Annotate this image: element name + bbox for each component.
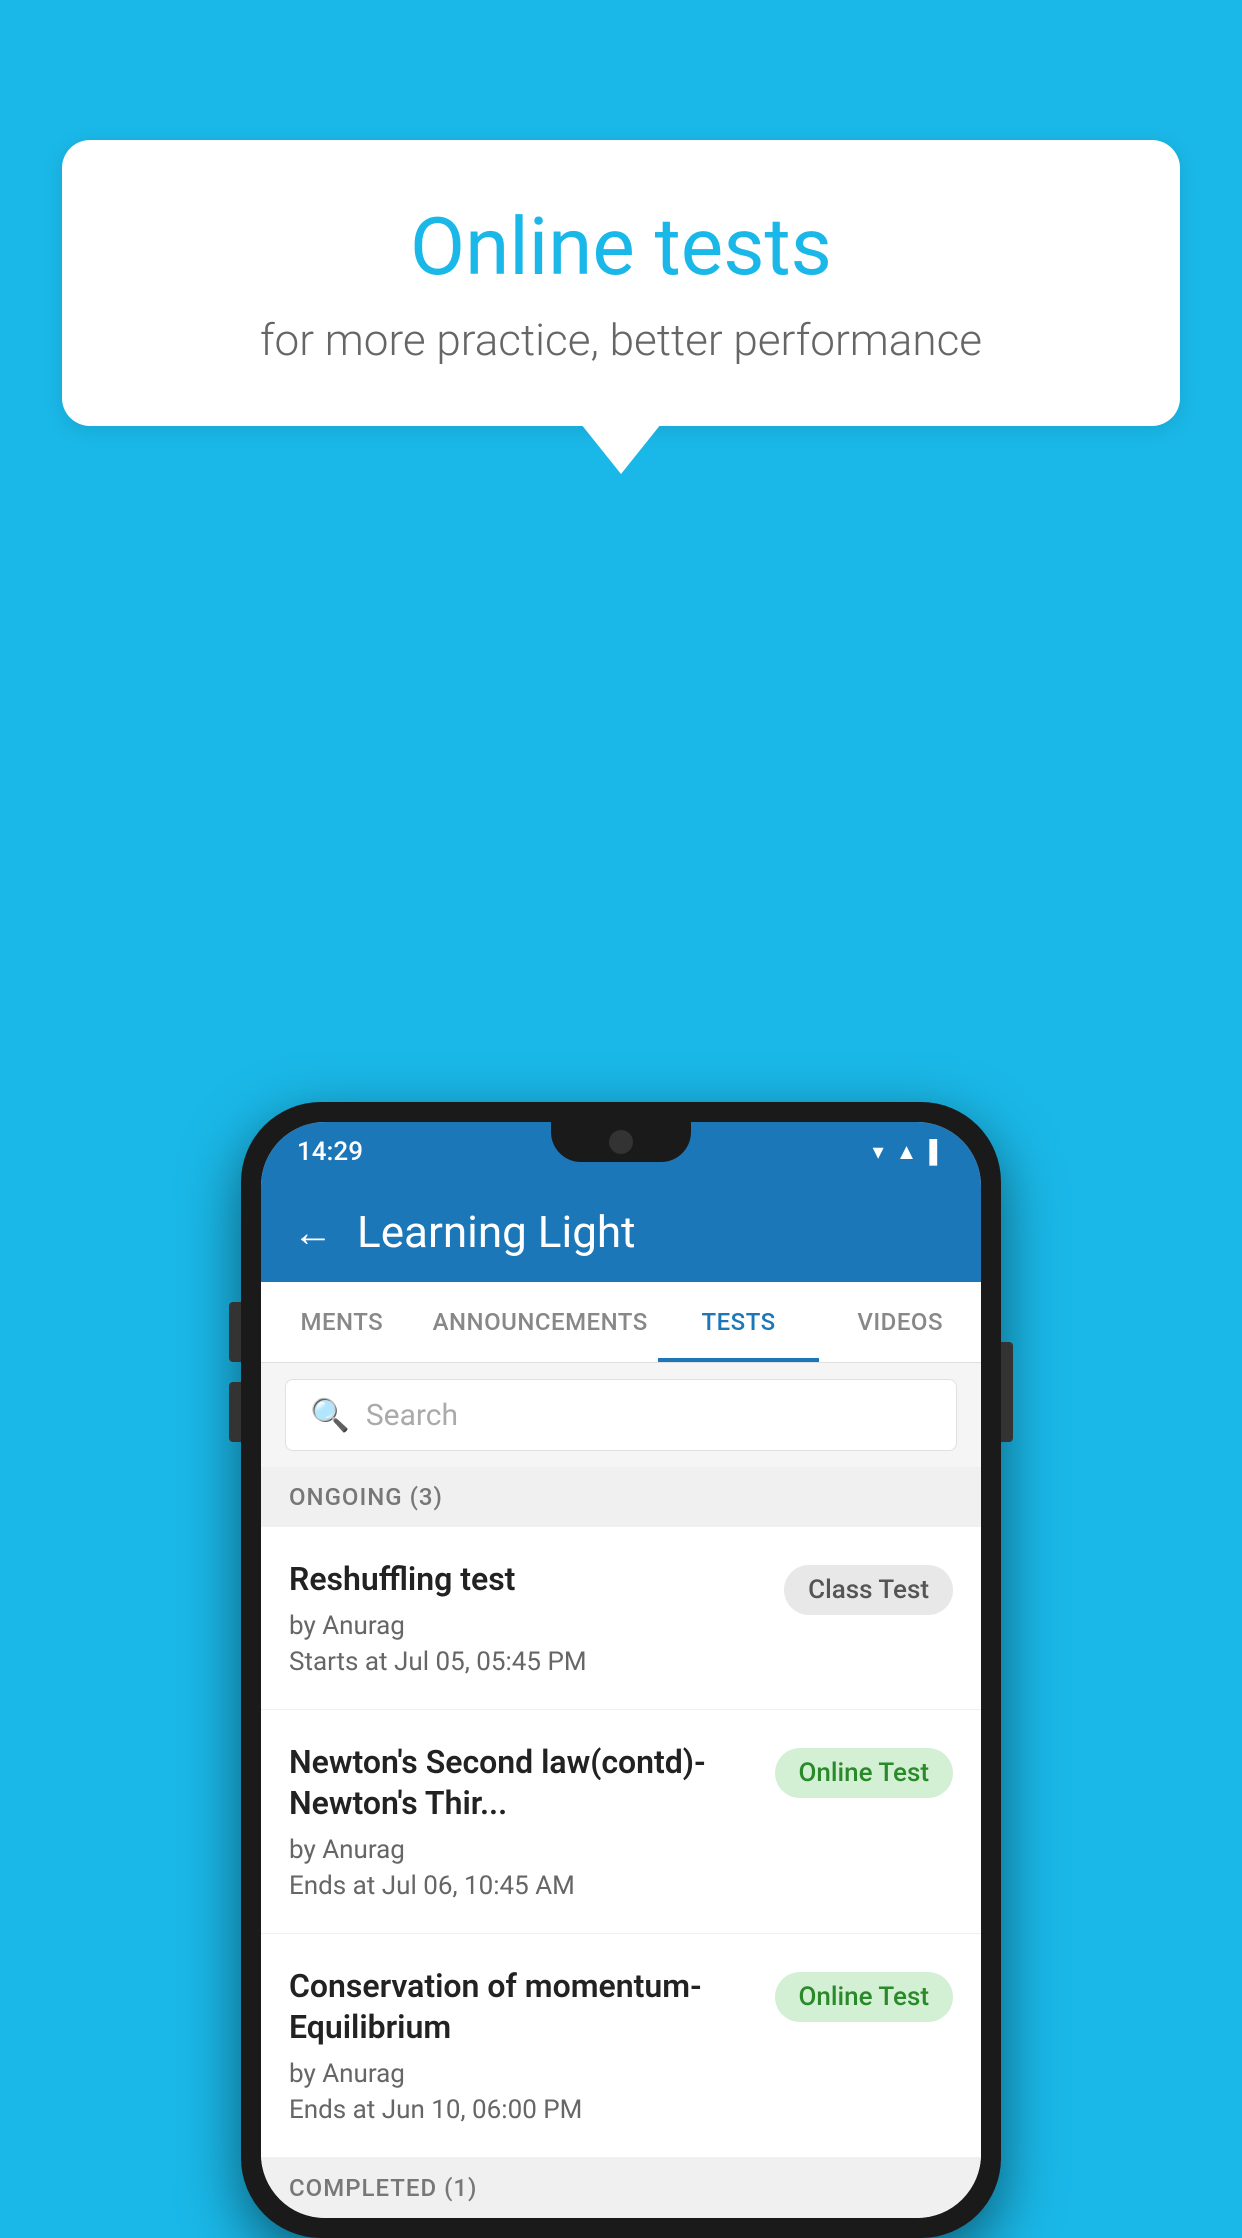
camera-icon — [609, 1130, 633, 1154]
search-bar[interactable]: 🔍 Search — [285, 1379, 957, 1451]
test-time-label: Starts at — [289, 1647, 388, 1677]
test-author: by Anurag — [289, 1835, 755, 1865]
test-info: Conservation of momentum-Equilibrium by … — [289, 1966, 775, 2125]
search-icon: 🔍 — [310, 1396, 350, 1434]
test-name: Conservation of momentum-Equilibrium — [289, 1966, 755, 2049]
test-time-value: Jun 10, 06:00 PM — [382, 2095, 583, 2125]
wifi-icon: ▾ — [873, 1140, 884, 1165]
power-button — [1001, 1342, 1013, 1442]
test-name: Reshuffling test — [289, 1559, 764, 1601]
status-bar: 14:29 ▾ ▲ ▌ — [261, 1122, 981, 1182]
ongoing-section-header: ONGOING (3) — [261, 1467, 981, 1527]
test-info: Reshuffling test by Anurag Starts at Jul… — [289, 1559, 784, 1677]
tab-announcements[interactable]: ANNOUNCEMENTS — [423, 1282, 658, 1362]
tabs-container: MENTS ANNOUNCEMENTS TESTS VIDEOS — [261, 1282, 981, 1363]
back-arrow-icon[interactable]: ← — [293, 1209, 333, 1256]
phone-outer: 14:29 ▾ ▲ ▌ ← Learning Light MENTS ANNOU… — [241, 1102, 1001, 2238]
phone-screen: 14:29 ▾ ▲ ▌ ← Learning Light MENTS ANNOU… — [261, 1122, 981, 2218]
test-badge-online: Online Test — [775, 1748, 954, 1798]
test-time: Ends at Jun 10, 06:00 PM — [289, 2095, 755, 2125]
tab-ments[interactable]: MENTS — [261, 1282, 423, 1362]
speech-bubble-container: Online tests for more practice, better p… — [62, 140, 1180, 474]
phone-wrapper: 14:29 ▾ ▲ ▌ ← Learning Light MENTS ANNOU… — [241, 1102, 1001, 2238]
test-time-value: Jul 05, 05:45 PM — [394, 1647, 587, 1677]
volume-down-button — [229, 1382, 241, 1442]
speech-bubble-subtitle: for more practice, better performance — [142, 314, 1100, 366]
test-item[interactable]: Conservation of momentum-Equilibrium by … — [261, 1934, 981, 2158]
speech-bubble-arrow — [581, 424, 661, 474]
volume-up-button — [229, 1302, 241, 1362]
completed-section-header: COMPLETED (1) — [261, 2158, 981, 2218]
search-container: 🔍 Search — [261, 1363, 981, 1467]
test-name: Newton's Second law(contd)-Newton's Thir… — [289, 1742, 755, 1825]
test-item[interactable]: Reshuffling test by Anurag Starts at Jul… — [261, 1527, 981, 1710]
test-time-label: Ends at — [289, 1871, 375, 1901]
battery-icon: ▌ — [929, 1139, 945, 1165]
test-time-label: Ends at — [289, 2095, 375, 2125]
app-title: Learning Light — [357, 1206, 636, 1258]
test-badge-class: Class Test — [784, 1565, 953, 1615]
test-time: Starts at Jul 05, 05:45 PM — [289, 1647, 764, 1677]
test-author: by Anurag — [289, 1611, 764, 1641]
test-time: Ends at Jul 06, 10:45 AM — [289, 1871, 755, 1901]
status-icons: ▾ ▲ ▌ — [873, 1139, 945, 1165]
signal-icon: ▲ — [896, 1139, 918, 1165]
test-badge-online: Online Test — [775, 1972, 954, 2022]
speech-bubble-title: Online tests — [142, 200, 1100, 294]
test-author: by Anurag — [289, 2059, 755, 2089]
app-header: ← Learning Light — [261, 1182, 981, 1282]
test-info: Newton's Second law(contd)-Newton's Thir… — [289, 1742, 775, 1901]
status-time: 14:29 — [297, 1137, 363, 1167]
tab-videos[interactable]: VIDEOS — [819, 1282, 981, 1362]
tab-tests[interactable]: TESTS — [658, 1282, 820, 1362]
search-placeholder: Search — [366, 1398, 458, 1433]
speech-bubble: Online tests for more practice, better p… — [62, 140, 1180, 426]
test-list: Reshuffling test by Anurag Starts at Jul… — [261, 1527, 981, 2158]
test-item[interactable]: Newton's Second law(contd)-Newton's Thir… — [261, 1710, 981, 1934]
notch — [551, 1122, 691, 1162]
test-time-value: Jul 06, 10:45 AM — [382, 1871, 575, 1901]
